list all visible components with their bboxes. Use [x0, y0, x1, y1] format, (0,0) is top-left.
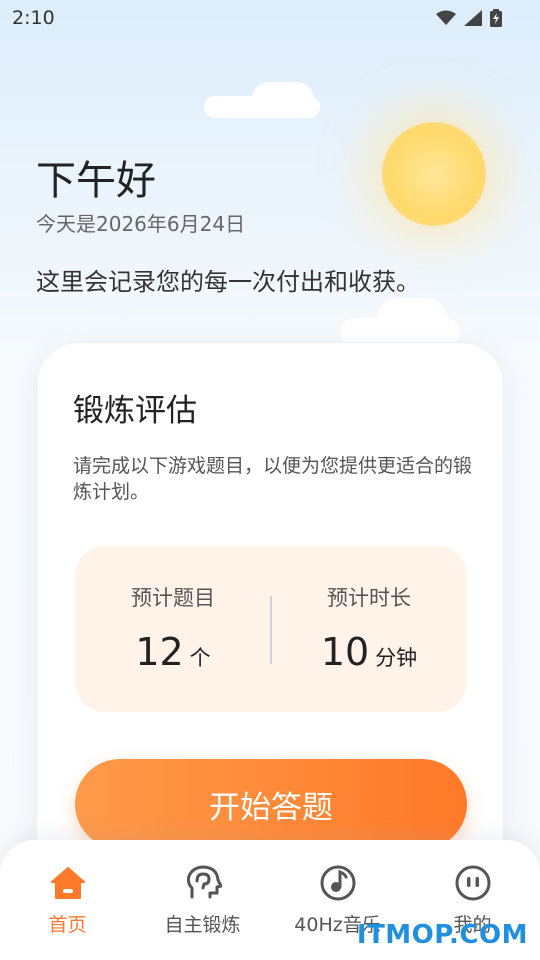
date-text: 今天是2026年6月24日 [36, 212, 246, 236]
tab-self-training[interactable]: 自主锻炼 [135, 860, 270, 937]
card-title: 锻炼评估 [73, 393, 197, 429]
stat-label: 预计题目 [131, 586, 215, 610]
battery-icon [490, 9, 502, 27]
wifi-icon [436, 10, 456, 25]
start-quiz-button[interactable]: 开始答题 [75, 759, 467, 849]
tab-home[interactable]: 首页 [0, 860, 135, 937]
cloud-decoration [252, 82, 314, 116]
tagline-text: 这里会记录您的每一次付出和收获。 [36, 268, 420, 296]
stat-value: 10 [320, 630, 370, 674]
music-disc-icon [320, 865, 355, 901]
signal-icon [464, 10, 482, 26]
stats-panel: 预计题目 12 个 预计时长 10 分钟 [75, 546, 467, 712]
sun-decoration [382, 122, 486, 226]
stat-value-row: 12 个 [75, 630, 271, 674]
head-brain-icon [186, 865, 222, 899]
stat-unit: 个 [189, 646, 211, 670]
greeting-title: 下午好 [36, 158, 156, 204]
watermark-text: ITMOP.COM [356, 920, 528, 950]
home-icon [50, 867, 85, 899]
stat-label: 预计时长 [327, 586, 411, 610]
stat-unit: 分钟 [375, 646, 418, 670]
profile-face-icon [455, 865, 490, 901]
stat-value: 12 [135, 630, 184, 674]
assessment-card: 锻炼评估 请完成以下游戏题目，以便为您提供更适合的锻炼计划。 预计题目 12 个 … [36, 342, 504, 904]
tab-label: 自主锻炼 [164, 914, 241, 936]
status-time: 2:10 [12, 7, 55, 29]
stat-question-count: 预计题目 12 个 [75, 582, 271, 674]
tab-label: 首页 [48, 914, 87, 936]
card-description: 请完成以下游戏题目，以便为您提供更适合的锻炼计划。 [73, 455, 473, 503]
status-icons [436, 9, 502, 27]
status-bar: 2:10 [0, 0, 540, 36]
cloud-decoration [376, 298, 448, 344]
stat-duration: 预计时长 10 分钟 [271, 582, 467, 674]
stat-value-row: 10 分钟 [271, 630, 467, 674]
